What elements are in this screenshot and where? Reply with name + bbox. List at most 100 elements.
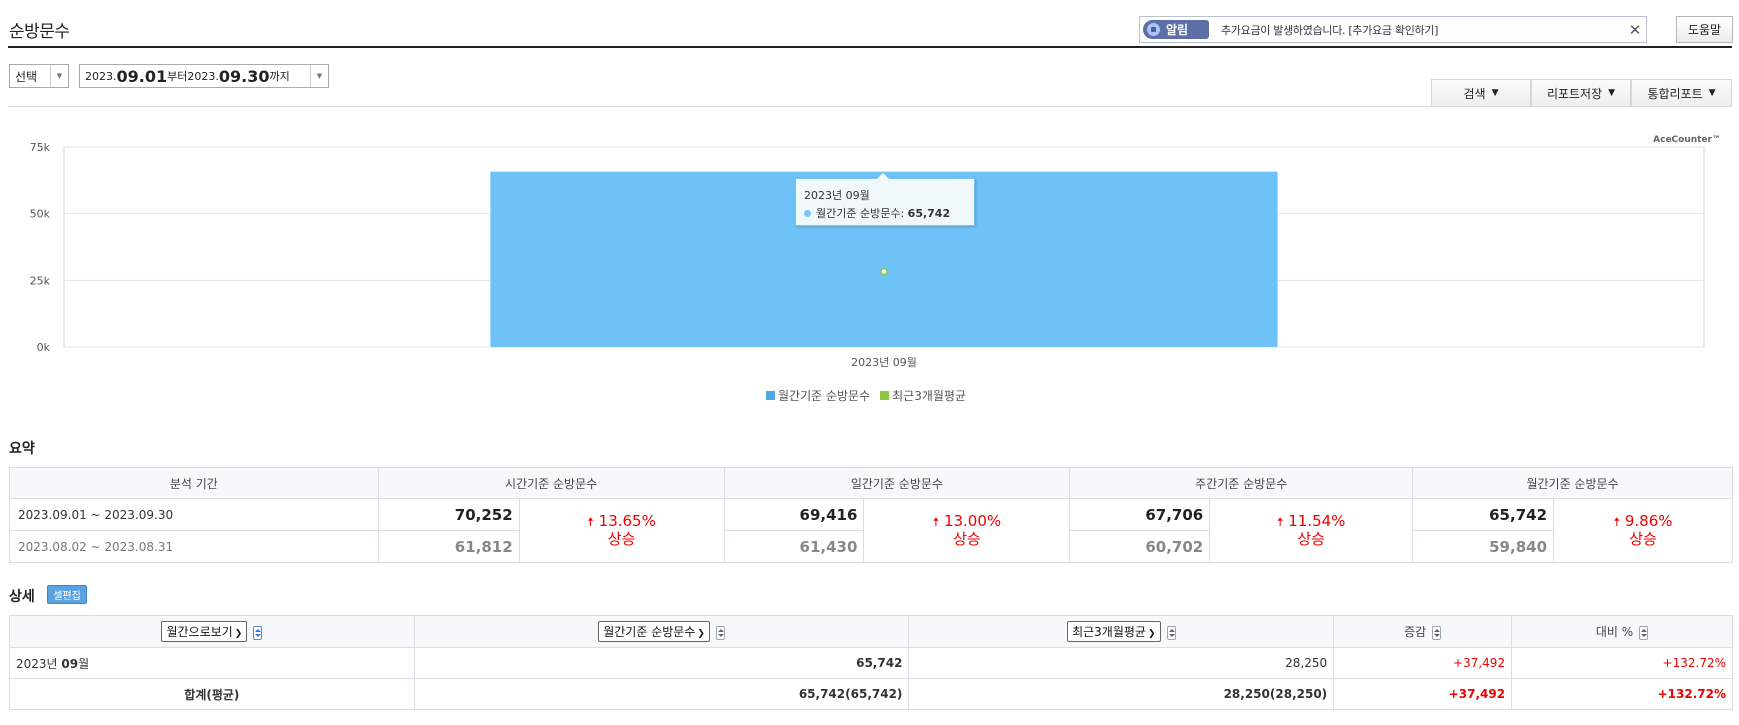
row-ratio: +132.72%	[1511, 647, 1733, 679]
daily-current: 69,416	[723, 498, 865, 531]
sort-icon[interactable]	[1639, 625, 1649, 640]
date-range-select[interactable]: 2023. 09.01 부터 2023. 09.30 까지 ▼	[79, 64, 329, 88]
monthly-previous: 59,840	[1412, 530, 1555, 563]
view-mode-select[interactable]: 월간으로보기 ❯	[161, 621, 248, 642]
type-select-value: 선택	[15, 69, 38, 84]
compare-select[interactable]: 최근3개월평균 ❯	[1067, 621, 1161, 642]
weekly-current: 67,706	[1069, 498, 1211, 531]
close-icon[interactable]: ✕	[1624, 21, 1646, 39]
y-tick-label: 0k	[37, 341, 51, 354]
metric-select[interactable]: 월간기준 순방문수 ❯	[598, 621, 710, 642]
date-from-day: 09.01	[116, 66, 168, 86]
notice-badge-label: 알림	[1166, 23, 1189, 37]
hourly-trend: 상승	[607, 530, 636, 548]
page-title: 순방문수	[9, 22, 70, 42]
chevron-down-icon: ❯	[234, 629, 243, 639]
legend-label: 월간기준 순방문수	[778, 389, 871, 403]
date-to-year: 2023.	[187, 69, 219, 83]
header-monthly: 월간기준 순방문수	[1412, 467, 1733, 499]
header-weekly: 주간기준 순방문수	[1069, 467, 1414, 499]
compare-select-value: 최근3개월평균	[1072, 625, 1146, 639]
table-total-row: 합계(평균) 65,742(65,742) 28,250(28,250) +37…	[9, 678, 1733, 710]
chevron-down-icon: ▼	[50, 65, 68, 87]
metric-select-value: 월간기준 순방문수	[603, 625, 696, 639]
header-delta: 증감	[1333, 615, 1513, 648]
table-row: 2023년 09월 65,742 28,250 +37,492 +132.72%	[9, 647, 1733, 679]
caret-down-icon: ▼	[1708, 88, 1716, 98]
daily-trend: 상승	[953, 530, 981, 548]
x-tick-label: 2023년 09월	[851, 356, 917, 369]
weekly-previous: 60,702	[1069, 530, 1211, 563]
sort-icon[interactable]	[715, 625, 725, 640]
notice-icon	[1147, 23, 1160, 36]
save-report-button[interactable]: 리포트저장 ▼	[1531, 79, 1631, 106]
legend-item-monthly[interactable]: 월간기준 순방문수	[766, 387, 870, 404]
header-three-month-avg: 최근3개월평균 ❯	[908, 615, 1335, 648]
arrow-up-icon: 🠅	[932, 515, 940, 529]
detail-title: 상세	[9, 589, 35, 605]
header-monthly-visitors: 월간기준 순방문수 ❯	[413, 615, 910, 648]
chart-tooltip: 2023년 09월 월간기준 순방문수: 65,742	[795, 178, 975, 226]
weekly-change: 🠅 11.54% 상승	[1209, 498, 1414, 563]
daily-change-pct: 13.00%	[943, 512, 1002, 530]
total-ratio: +132.72%	[1511, 678, 1733, 710]
arrow-up-icon: 🠅	[1613, 515, 1621, 529]
sort-icon[interactable]	[253, 625, 263, 640]
y-tick-label: 50k	[30, 208, 51, 221]
header-view-mode: 월간으로보기 ❯	[9, 615, 415, 648]
date-from-year: 2023.	[85, 69, 117, 83]
cell-edit-button[interactable]: 셀편집	[47, 585, 87, 604]
daily-previous: 61,430	[723, 530, 865, 563]
legend-item-avg[interactable]: 최근3개월평균	[880, 387, 966, 404]
hourly-change: 🠅 13.65% 상승	[518, 498, 725, 563]
header-daily: 일간기준 순방문수	[723, 467, 1071, 499]
arrow-up-icon: 🠅	[587, 515, 594, 529]
tooltip-value: 65,742	[907, 207, 951, 220]
legend-swatch	[766, 391, 775, 400]
date-from-suffix: 부터	[167, 70, 188, 83]
tooltip-pointer-inner	[877, 173, 889, 179]
type-select[interactable]: 선택 ▼	[9, 64, 69, 88]
save-report-label: 리포트저장	[1546, 86, 1603, 101]
weekly-trend: 상승	[1297, 530, 1325, 548]
chevron-down-icon: ▼	[310, 65, 328, 87]
row-delta: +37,492	[1333, 647, 1513, 679]
row-period-prefix: 2023년	[16, 656, 62, 671]
chart-legend: 월간기준 순방문수 최근3개월평균	[766, 387, 966, 404]
row-period: 2023년 09월	[9, 647, 415, 679]
help-button[interactable]: 도움말	[1676, 16, 1733, 43]
integrated-report-label: 통합리포트	[1647, 86, 1703, 101]
total-label: 합계(평균)	[9, 678, 415, 710]
visitors-bar-chart: 0k 25k 50k 75k 2023년 09월 AceCounter™	[30, 135, 1721, 369]
y-tick-label: 75k	[30, 141, 51, 154]
header-ratio: 대비 %	[1511, 615, 1733, 648]
header-hourly: 시간기준 순방문수	[377, 467, 725, 499]
notice-message-link[interactable]: 추가요금이 발생하였습니다. [추가요금 확인하기]	[1221, 22, 1624, 38]
current-period: 2023.09.01 ~ 2023.09.30	[9, 498, 379, 531]
tooltip-marker	[804, 210, 811, 217]
monthly-change: 🠅 9.86% 상승	[1553, 498, 1733, 563]
hourly-current: 70,252	[377, 498, 520, 531]
row-avg: 28,250	[908, 647, 1335, 679]
notice-bar: 알림 추가요금이 발생하였습니다. [추가요금 확인하기] ✕	[1139, 16, 1647, 43]
date-to-day: 09.30	[218, 66, 270, 86]
sort-icon[interactable]	[1432, 625, 1442, 640]
sort-icon[interactable]	[1166, 625, 1176, 640]
search-button[interactable]: 검색 ▼	[1431, 79, 1531, 106]
previous-period: 2023.08.02 ~ 2023.08.31	[9, 530, 379, 563]
detail-table: 월간으로보기 ❯ 월간기준 순방문수 ❯ 최근3개월평균 ❯ 증감 대비 % 2023…	[9, 615, 1733, 710]
integrated-report-button[interactable]: 통합리포트 ▼	[1631, 79, 1732, 106]
notice-badge: 알림	[1143, 20, 1209, 39]
view-mode-value: 월간으로보기	[166, 625, 233, 639]
arrow-up-icon: 🠅	[1276, 515, 1284, 529]
row-period-suffix: 월	[78, 656, 90, 671]
caret-down-icon: ▼	[1608, 88, 1616, 98]
monthly-change-pct: 9.86%	[1624, 512, 1673, 530]
summary-title: 요약	[9, 441, 35, 457]
weekly-change-pct: 11.54%	[1288, 512, 1346, 530]
total-delta: +37,492	[1333, 678, 1513, 710]
header-period: 분석 기간	[9, 467, 379, 499]
summary-table: 분석 기간 시간기준 순방문수 일간기준 순방문수 주간기준 순방문수 월간기준…	[9, 467, 1733, 563]
total-avg: 28,250(28,250)	[908, 678, 1335, 710]
y-tick-label: 25k	[30, 274, 51, 287]
